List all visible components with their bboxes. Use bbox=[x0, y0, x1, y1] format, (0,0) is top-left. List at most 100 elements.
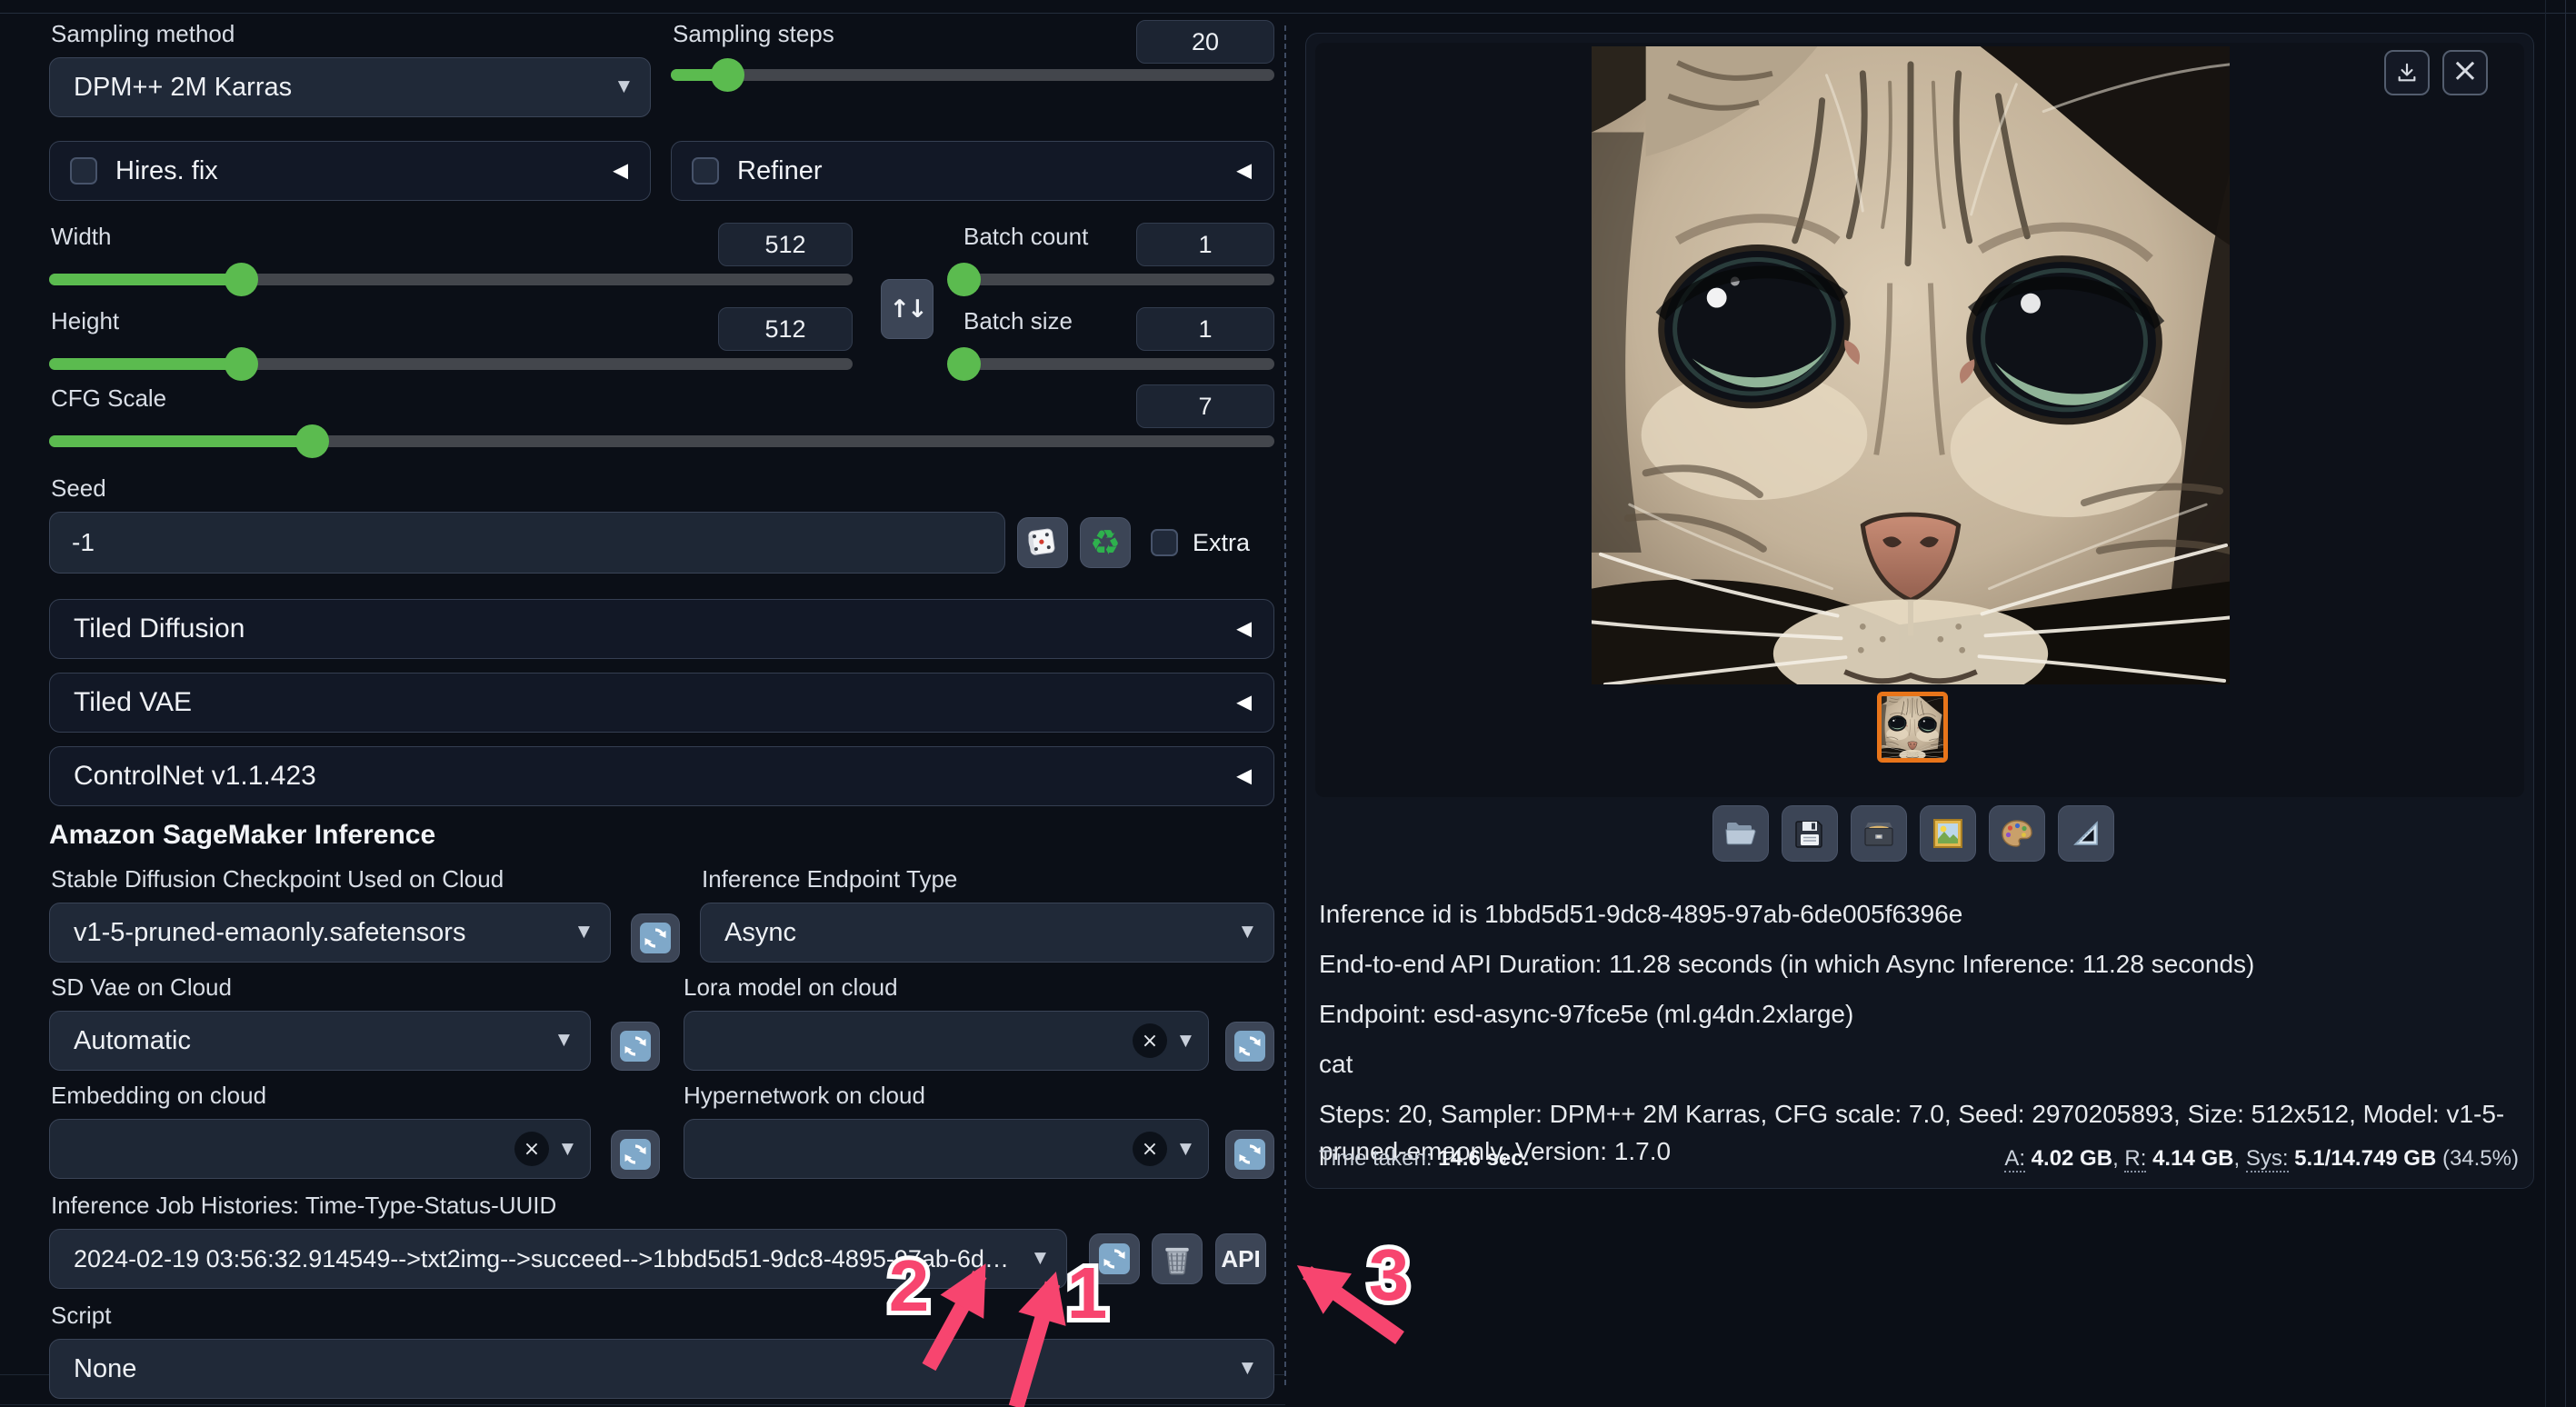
save-image-button[interactable] bbox=[1782, 805, 1838, 862]
time-taken-value: 14.6 sec. bbox=[1438, 1146, 1529, 1171]
tiled-diffusion-accordion[interactable]: Tiled Diffusion ◀ bbox=[49, 599, 1274, 659]
memory-stats: A: 4.02 GB, R: 4.14 GB, Sys: 5.1/14.749 … bbox=[2004, 1146, 2519, 1172]
api-button[interactable]: API bbox=[1215, 1233, 1266, 1284]
sampling-method-value: DPM++ 2M Karras bbox=[74, 73, 292, 103]
sd-vae-dropdown[interactable]: Automatic ▼ bbox=[49, 1011, 591, 1071]
scale-tool-button[interactable] bbox=[2058, 805, 2114, 862]
refresh-hypernetwork-button[interactable] bbox=[1225, 1130, 1274, 1179]
refiner-label: Refiner bbox=[737, 156, 823, 186]
generated-image[interactable] bbox=[1592, 46, 2230, 684]
vram-active-value: 4.02 GB bbox=[2032, 1146, 2112, 1171]
refresh-checkpoint-button[interactable] bbox=[631, 913, 680, 963]
batch-size-input[interactable]: 1 bbox=[1136, 307, 1274, 351]
gallery-thumbnail[interactable] bbox=[1877, 692, 1948, 763]
accordion-collapse-icon: ◀ bbox=[1236, 765, 1252, 788]
clear-icon[interactable]: × bbox=[1133, 1132, 1167, 1166]
batch-size-label: Batch size bbox=[964, 307, 1073, 335]
script-value: None bbox=[74, 1354, 136, 1384]
accordion-collapse-icon: ◀ bbox=[1236, 618, 1252, 641]
accordion-title: Tiled Diffusion bbox=[74, 614, 245, 644]
vram-reserved-value: 4.14 GB bbox=[2152, 1146, 2233, 1171]
open-folder-button[interactable] bbox=[1712, 805, 1769, 862]
slider-handle[interactable] bbox=[947, 347, 981, 381]
dice-icon bbox=[1024, 524, 1061, 561]
clear-icon[interactable]: × bbox=[1133, 1023, 1167, 1058]
controlnet-accordion[interactable]: ControlNet v1.1.423 ◀ bbox=[49, 746, 1274, 806]
chevron-down-icon: ▼ bbox=[562, 1140, 574, 1158]
cfg-scale-label: CFG Scale bbox=[51, 384, 166, 413]
endpoint-type-dropdown[interactable]: Async ▼ bbox=[700, 903, 1274, 963]
hypernetwork-multiselect[interactable]: × ▼ bbox=[684, 1119, 1209, 1179]
send-to-extras-button[interactable] bbox=[1989, 805, 2045, 862]
vram-reserved-label: R: bbox=[2124, 1146, 2146, 1172]
extra-seed-label: Extra bbox=[1193, 529, 1250, 557]
lora-label: Lora model on cloud bbox=[684, 973, 898, 1002]
window-edge-line bbox=[2545, 0, 2546, 1407]
prompt-line: cat bbox=[1319, 1045, 2517, 1083]
embedding-label: Embedding on cloud bbox=[51, 1082, 682, 1110]
endpoint-line: Endpoint: esd-async-97fce5e (ml.g4dn.2xl… bbox=[1319, 995, 2517, 1033]
panel-resize-divider[interactable] bbox=[1284, 25, 1286, 1385]
image-download-button[interactable] bbox=[2384, 50, 2430, 95]
refiner-checkbox[interactable] bbox=[692, 157, 719, 185]
refresh-icon bbox=[1233, 1138, 1266, 1171]
send-to-img2img-button[interactable] bbox=[1920, 805, 1976, 862]
reuse-seed-button[interactable]: ♻ bbox=[1080, 517, 1131, 568]
accordion-title: ControlNet v1.1.423 bbox=[74, 761, 316, 792]
height-slider[interactable] bbox=[49, 358, 853, 370]
seed-label: Seed bbox=[51, 474, 1274, 503]
delete-job-history-button[interactable] bbox=[1152, 1233, 1203, 1284]
height-input[interactable]: 512 bbox=[718, 307, 853, 351]
thumbnail-image bbox=[1882, 696, 1943, 758]
image-close-button[interactable]: × bbox=[2442, 50, 2488, 95]
batch-count-input[interactable]: 1 bbox=[1136, 223, 1274, 266]
batch-count-slider[interactable] bbox=[962, 274, 1274, 285]
refiner-accordion[interactable]: Refiner ◀ bbox=[671, 141, 1274, 201]
sampling-method-dropdown[interactable]: DPM++ 2M Karras ▼ bbox=[49, 57, 651, 117]
chevron-down-icon: ▼ bbox=[1242, 1359, 1253, 1377]
chevron-down-icon: ▼ bbox=[1180, 1140, 1192, 1158]
lora-multiselect[interactable]: × ▼ bbox=[684, 1011, 1209, 1071]
embedding-multiselect[interactable]: × ▼ bbox=[49, 1119, 591, 1179]
hires-fix-checkbox[interactable] bbox=[70, 157, 97, 185]
batch-size-slider[interactable] bbox=[962, 358, 1274, 370]
cloud-checkpoint-dropdown[interactable]: v1-5-pruned-emaonly.safetensors ▼ bbox=[49, 903, 611, 963]
slider-handle[interactable] bbox=[711, 58, 744, 92]
chevron-down-icon: ▼ bbox=[1180, 1032, 1192, 1050]
script-dropdown[interactable]: None ▼ bbox=[49, 1339, 1274, 1399]
chevron-down-icon: ▼ bbox=[578, 923, 590, 941]
cfg-scale-input[interactable]: 7 bbox=[1136, 384, 1274, 428]
sys-vram-percent: (34.5%) bbox=[2442, 1146, 2519, 1171]
refresh-lora-button[interactable] bbox=[1225, 1022, 1274, 1071]
width-input[interactable]: 512 bbox=[718, 223, 853, 266]
clear-icon[interactable]: × bbox=[514, 1132, 549, 1166]
tiled-vae-accordion[interactable]: Tiled VAE ◀ bbox=[49, 673, 1274, 733]
slider-handle[interactable] bbox=[225, 347, 258, 381]
sys-vram-value: 5.1/14.749 GB bbox=[2294, 1146, 2436, 1171]
palette-icon bbox=[1999, 815, 2035, 852]
refresh-vae-button[interactable] bbox=[611, 1022, 660, 1071]
save-zip-button[interactable] bbox=[1851, 805, 1907, 862]
cfg-scale-slider[interactable] bbox=[49, 435, 1274, 447]
job-history-dropdown[interactable]: 2024-02-19 03:56:32.914549-->txt2img-->s… bbox=[49, 1229, 1067, 1289]
swap-dimensions-button[interactable]: ↑↓ bbox=[881, 279, 934, 339]
seed-input[interactable]: -1 bbox=[49, 512, 1005, 574]
annotation-arrow-3 bbox=[1307, 1272, 1400, 1338]
refresh-job-history-button[interactable] bbox=[1089, 1233, 1140, 1284]
chevron-down-icon: ▼ bbox=[558, 1031, 570, 1049]
sampling-steps-input[interactable]: 20 bbox=[1136, 20, 1274, 64]
width-slider[interactable] bbox=[49, 274, 853, 285]
image-gallery: × bbox=[1315, 43, 2524, 797]
extra-seed-checkbox[interactable] bbox=[1151, 529, 1178, 556]
accordion-collapse-icon: ◀ bbox=[1236, 692, 1252, 714]
hires-fix-accordion[interactable]: Hires. fix ◀ bbox=[49, 141, 651, 201]
scrollbar-track[interactable] bbox=[2565, 0, 2566, 1407]
refresh-icon bbox=[619, 1138, 652, 1171]
slider-handle[interactable] bbox=[295, 424, 329, 458]
random-seed-button[interactable] bbox=[1017, 517, 1068, 568]
sampling-steps-slider[interactable] bbox=[671, 69, 1274, 81]
archive-box-icon bbox=[1861, 815, 1897, 852]
sampling-steps-label: Sampling steps bbox=[673, 20, 834, 48]
slider-handle[interactable] bbox=[225, 263, 258, 296]
refresh-embedding-button[interactable] bbox=[611, 1130, 660, 1179]
